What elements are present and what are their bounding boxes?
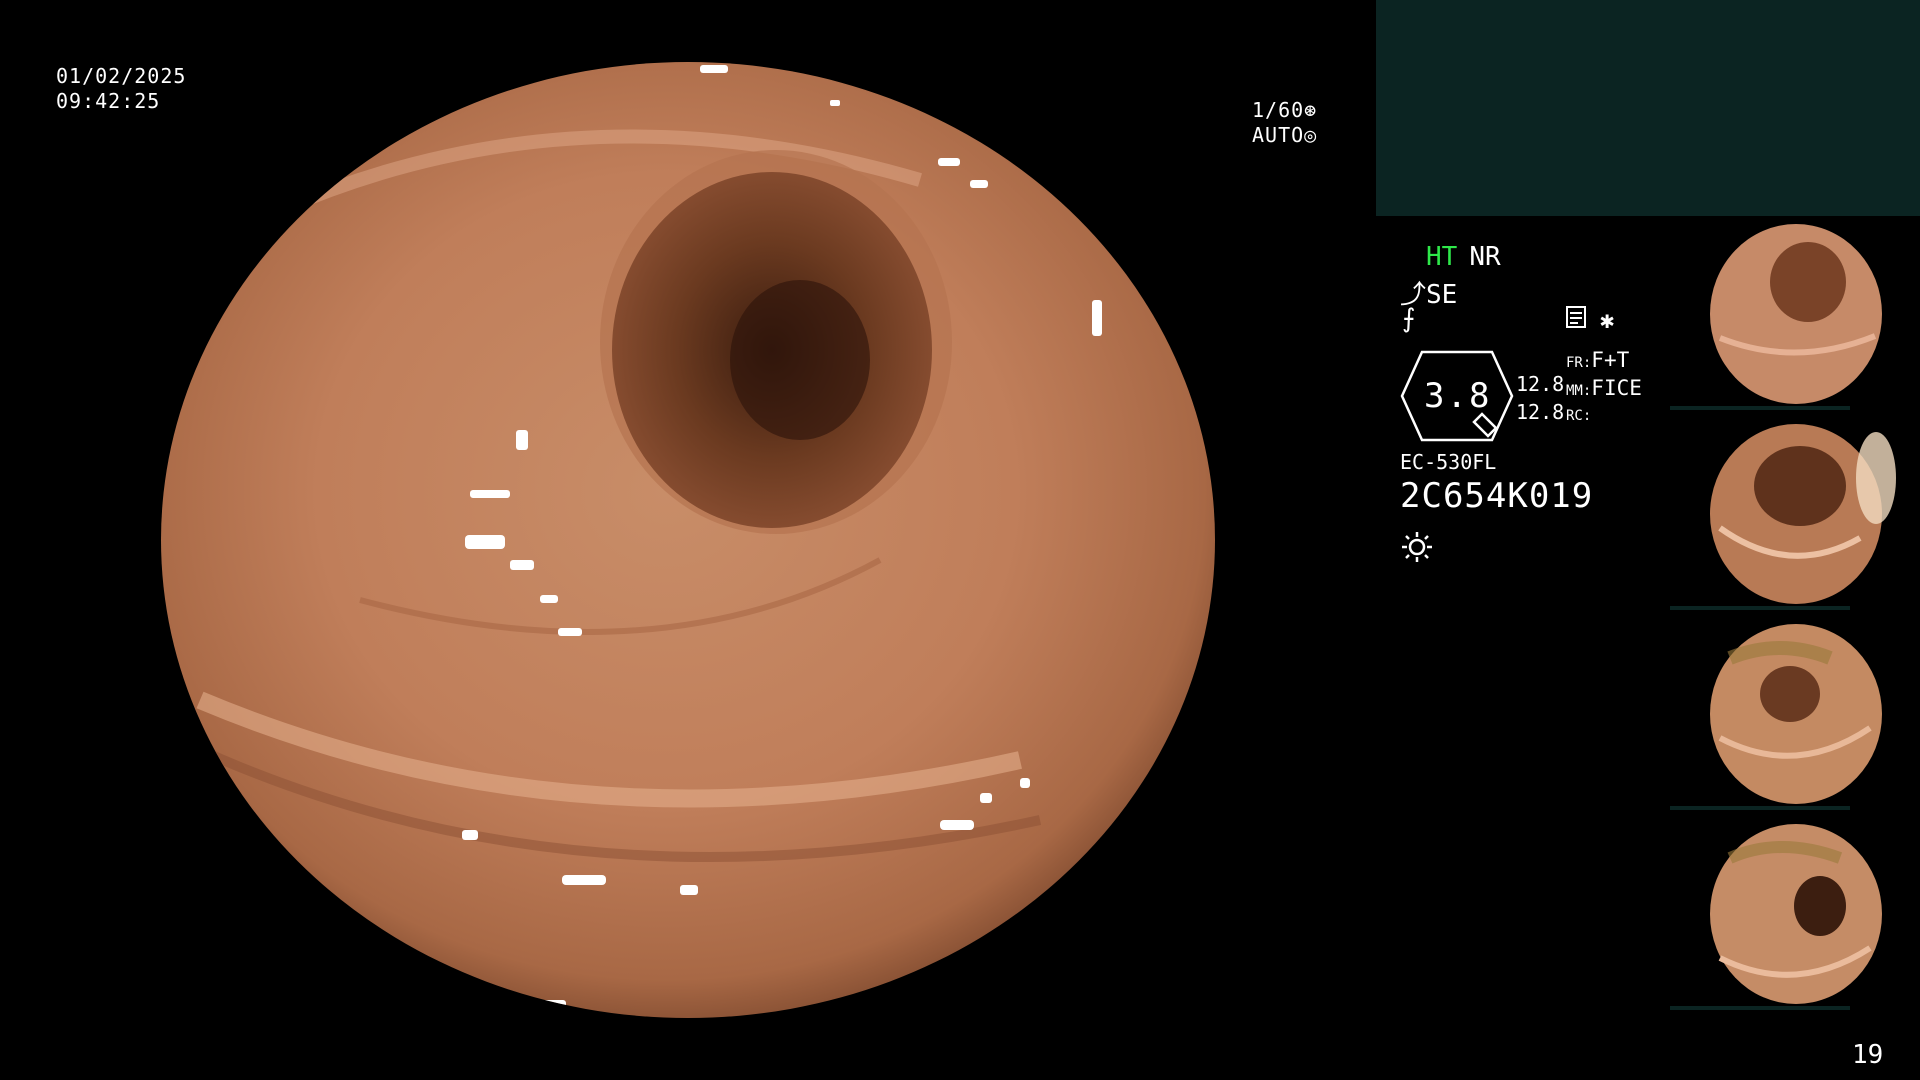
star-icon: ✱	[1600, 306, 1615, 334]
info-panel-background	[1376, 0, 1920, 216]
processing-status: HT NR	[1426, 242, 1501, 272]
record-icon	[1566, 306, 1586, 328]
capture-thumbnail[interactable]	[1670, 818, 1920, 1010]
measure-value-1: 12.8	[1516, 372, 1565, 396]
scope-serial: 2C654K019	[1400, 476, 1594, 516]
endoscope-live-view	[160, 60, 1215, 1018]
capture-thumbnail[interactable]	[1670, 218, 1920, 410]
fr-value: F+T	[1591, 348, 1630, 372]
rc-label: RC:	[1566, 408, 1592, 424]
scope-model: EC-530FL	[1400, 450, 1497, 474]
exposure-readout: 1/60⊛ AUTO◎	[1252, 98, 1317, 148]
ht-indicator: HT	[1426, 242, 1458, 272]
capture-thumbnail[interactable]	[1670, 418, 1920, 610]
measure-values: 12.8 12.8	[1516, 370, 1564, 426]
date-text: 01/02/2025	[56, 64, 187, 88]
light-source-icon	[1400, 530, 1434, 564]
se-indicator: SE	[1426, 280, 1458, 310]
flag-indicator: ⨍	[1402, 304, 1416, 334]
fr-label: FR:	[1566, 355, 1592, 371]
iris-text: AUTO	[1252, 123, 1305, 147]
iris-icon: ◎	[1304, 123, 1318, 147]
nr-indicator: NR	[1469, 242, 1501, 272]
zoom-value: 3.8	[1424, 376, 1492, 416]
mm-value: FICE	[1591, 376, 1642, 400]
shutter-icon: ⊛	[1304, 98, 1318, 122]
time-text: 09:42:25	[56, 89, 161, 113]
mm-label: MM:	[1566, 383, 1592, 399]
capture-thumbnail[interactable]	[1670, 618, 1920, 810]
page-number: 19	[1852, 1040, 1884, 1070]
shutter-text: 1/60	[1252, 98, 1305, 122]
date-time-readout: 01/02/2025 09:42:25	[56, 64, 186, 114]
measure-value-2: 12.8	[1516, 400, 1565, 424]
mode-readout: FR:F+T MM:FICE RC:	[1566, 348, 1642, 429]
flag-icon: ⨍	[1402, 304, 1416, 334]
